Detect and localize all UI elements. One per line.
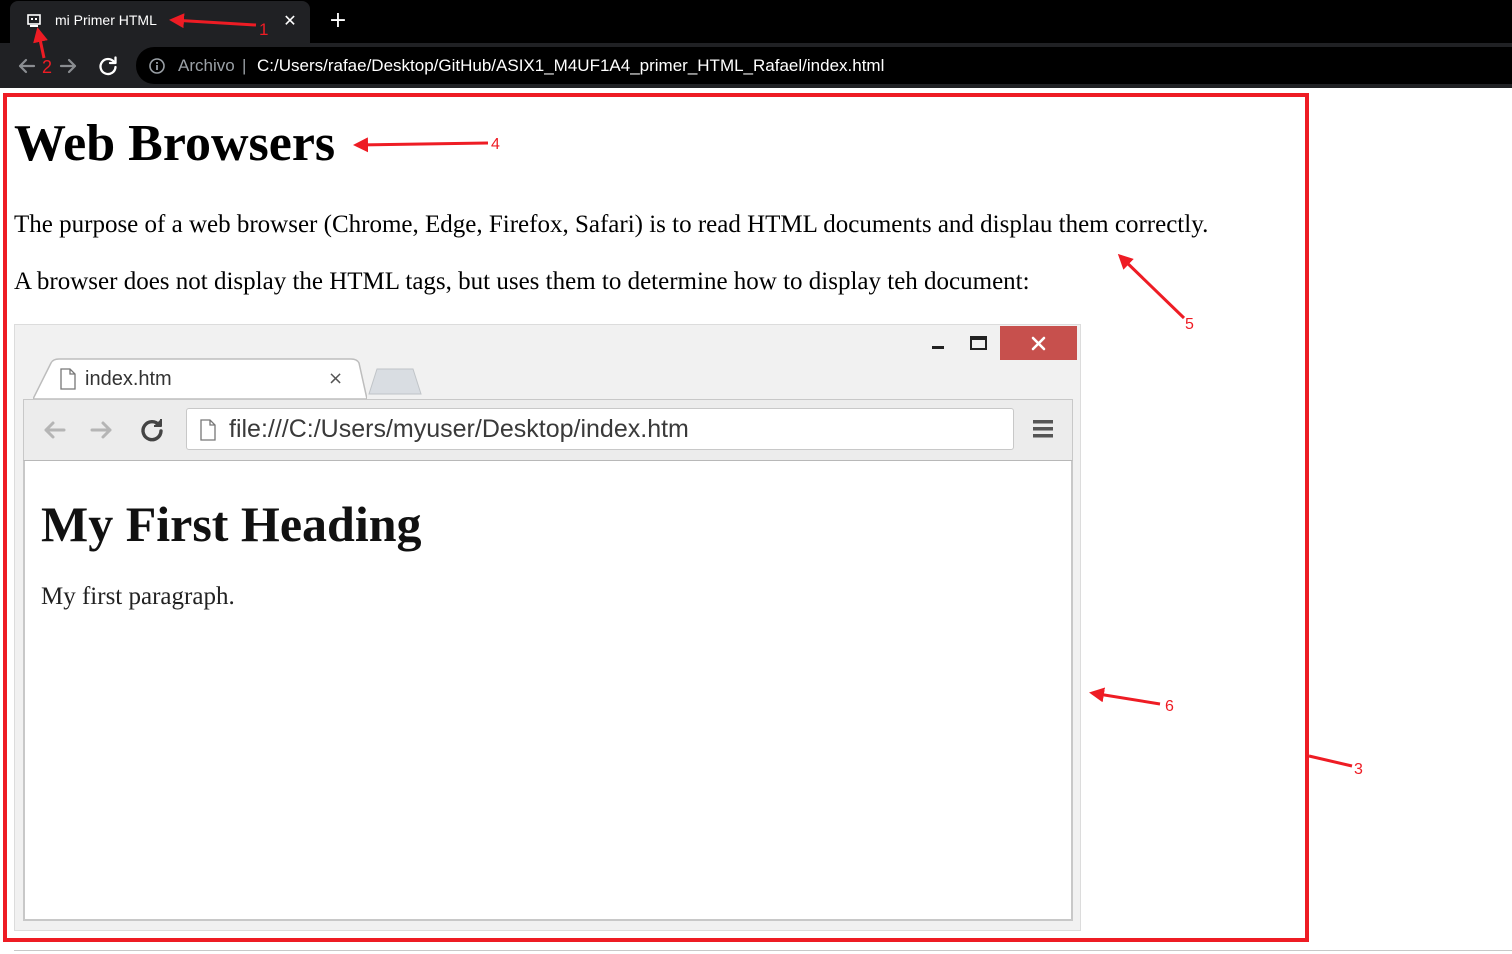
arrow-6 — [1089, 687, 1161, 706]
annotation-label-5: 5 — [1185, 316, 1194, 333]
annotation-arrows — [33, 13, 1353, 768]
arrow-4 — [353, 137, 489, 153]
arrow-5 — [1117, 253, 1186, 320]
arrow-1 — [169, 13, 257, 29]
arrow-3 — [1308, 754, 1353, 768]
annotation-label-6: 6 — [1165, 698, 1174, 715]
annotation-label-2: 2 — [42, 57, 53, 77]
annotation-label-3: 3 — [1354, 761, 1363, 778]
arrow-2 — [33, 27, 48, 59]
annotation-label-1: 1 — [259, 20, 269, 39]
annotation-label-4: 4 — [491, 136, 500, 153]
